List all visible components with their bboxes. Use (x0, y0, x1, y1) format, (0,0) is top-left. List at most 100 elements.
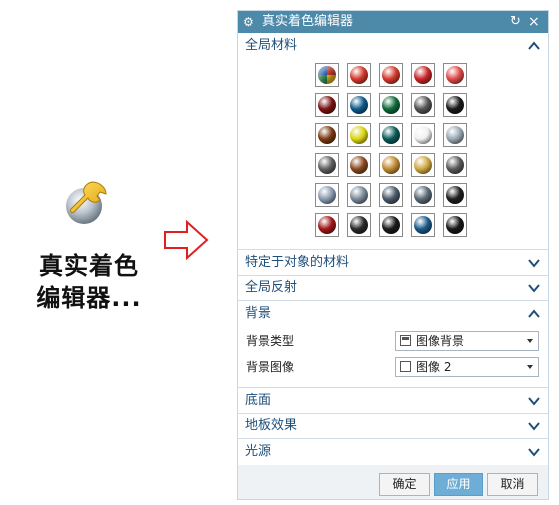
material-swatch[interactable] (347, 63, 371, 87)
chevron-up-icon[interactable] (528, 308, 540, 320)
section-floor-effects-label: 地板效果 (245, 418, 298, 433)
material-sphere-icon (350, 186, 368, 204)
background-type-label: 背景类型 (246, 334, 295, 348)
dialog-title: 真实着色编辑器 (262, 14, 354, 29)
gear-icon: ⚙ (243, 15, 254, 29)
material-swatch[interactable] (347, 123, 371, 147)
dialog-footer: 确定 应用 取消 (238, 465, 548, 499)
material-swatch[interactable] (379, 183, 403, 207)
material-swatch[interactable] (443, 63, 467, 87)
material-sphere-icon (318, 156, 336, 174)
chevron-down-icon[interactable] (528, 257, 540, 269)
section-global-materials-label: 全局材料 (245, 38, 298, 53)
section-background-label: 背景 (245, 306, 272, 321)
chevron-down-icon[interactable] (528, 282, 540, 294)
material-swatch[interactable] (411, 93, 435, 117)
material-swatch[interactable] (347, 93, 371, 117)
material-swatch[interactable] (443, 153, 467, 177)
material-sphere-icon (318, 216, 336, 234)
close-icon[interactable]: × (528, 11, 540, 33)
background-type-select[interactable]: 图像背景 (395, 331, 539, 351)
material-swatch[interactable] (379, 123, 403, 147)
chevron-down-icon[interactable] (528, 446, 540, 458)
apply-button[interactable]: 应用 (434, 473, 483, 496)
material-swatch[interactable] (411, 63, 435, 87)
section-object-materials[interactable]: 特定于对象的材料 (238, 252, 548, 274)
material-swatch[interactable] (315, 183, 339, 207)
material-sphere-icon (382, 156, 400, 174)
background-type-value: 图像背景 (416, 334, 465, 348)
material-sphere-icon (350, 66, 368, 84)
wrench-sphere-icon (66, 181, 107, 224)
material-swatch[interactable] (315, 213, 339, 237)
section-object-materials-label: 特定于对象的材料 (245, 255, 350, 270)
material-sphere-icon (414, 156, 432, 174)
material-swatch[interactable] (411, 153, 435, 177)
material-sphere-icon (446, 66, 464, 84)
true-shading-editor-dialog: ⚙ 真实着色编辑器 ↻ × 全局材料 特定于对象的材料 全局反射 背景 背景类型… (237, 10, 549, 500)
material-swatch[interactable] (443, 213, 467, 237)
material-sphere-icon (414, 96, 432, 114)
material-swatch[interactable] (411, 123, 435, 147)
material-swatch[interactable] (443, 123, 467, 147)
material-sphere-icon (414, 126, 432, 144)
material-swatch[interactable] (379, 213, 403, 237)
material-sphere-icon (382, 96, 400, 114)
material-swatch[interactable] (347, 153, 371, 177)
material-sphere-icon (318, 126, 336, 144)
material-swatch[interactable] (379, 63, 403, 87)
launcher-label-line1: 真实着色 (39, 252, 139, 280)
reset-icon[interactable]: ↻ (510, 11, 521, 33)
material-swatch[interactable] (315, 63, 339, 87)
section-global-reflection-label: 全局反射 (245, 280, 298, 295)
material-swatch[interactable] (315, 153, 339, 177)
section-light-source[interactable]: 光源 (238, 441, 548, 463)
section-global-materials[interactable]: 全局材料 (238, 35, 548, 57)
background-image-value: 图像 2 (416, 360, 452, 374)
material-sphere-icon (382, 186, 400, 204)
material-swatch[interactable] (443, 93, 467, 117)
chevron-up-icon[interactable] (528, 40, 540, 52)
material-sphere-icon (446, 186, 464, 204)
section-bottom-label: 底面 (245, 393, 272, 408)
chevron-down-icon[interactable] (528, 420, 540, 432)
material-sphere-icon (414, 216, 432, 234)
material-sphere-icon (382, 66, 400, 84)
launcher-label-line2: 编辑器... (36, 284, 142, 312)
background-image-select[interactable]: 图像 2 (395, 357, 539, 377)
material-swatch[interactable] (443, 183, 467, 207)
image-background-icon (400, 335, 411, 346)
section-bottom[interactable]: 底面 (238, 390, 548, 412)
material-swatch[interactable] (411, 213, 435, 237)
material-sphere-icon (414, 66, 432, 84)
material-sphere-icon (350, 156, 368, 174)
material-sphere-icon (414, 186, 432, 204)
material-sphere-icon (350, 216, 368, 234)
material-sphere-icon (318, 96, 336, 114)
material-swatch[interactable] (379, 93, 403, 117)
ok-button[interactable]: 确定 (379, 473, 430, 496)
section-floor-effects[interactable]: 地板效果 (238, 415, 548, 437)
material-sphere-icon (446, 216, 464, 234)
section-light-source-label: 光源 (245, 444, 272, 459)
material-swatch[interactable] (315, 123, 339, 147)
dialog-titlebar: ⚙ 真实着色编辑器 ↻ × (238, 11, 548, 33)
dropdown-arrow-icon (527, 339, 533, 343)
cancel-button[interactable]: 取消 (487, 473, 538, 496)
launcher[interactable]: 真实着色 编辑器... (16, 178, 156, 328)
material-swatch[interactable] (347, 213, 371, 237)
background-image-label: 背景图像 (246, 360, 295, 374)
material-sphere-icon (318, 186, 336, 204)
material-sphere-icon (446, 96, 464, 114)
material-sphere-icon (350, 96, 368, 114)
section-background[interactable]: 背景 (238, 303, 548, 325)
material-swatch[interactable] (379, 153, 403, 177)
material-swatch[interactable] (315, 93, 339, 117)
chevron-down-icon[interactable] (528, 395, 540, 407)
section-global-reflection[interactable]: 全局反射 (238, 277, 548, 299)
material-sphere-icon (318, 66, 336, 84)
material-sphere-icon (350, 126, 368, 144)
launcher-label: 真实着色 编辑器... (24, 250, 154, 314)
material-swatch[interactable] (347, 183, 371, 207)
material-swatch[interactable] (411, 183, 435, 207)
